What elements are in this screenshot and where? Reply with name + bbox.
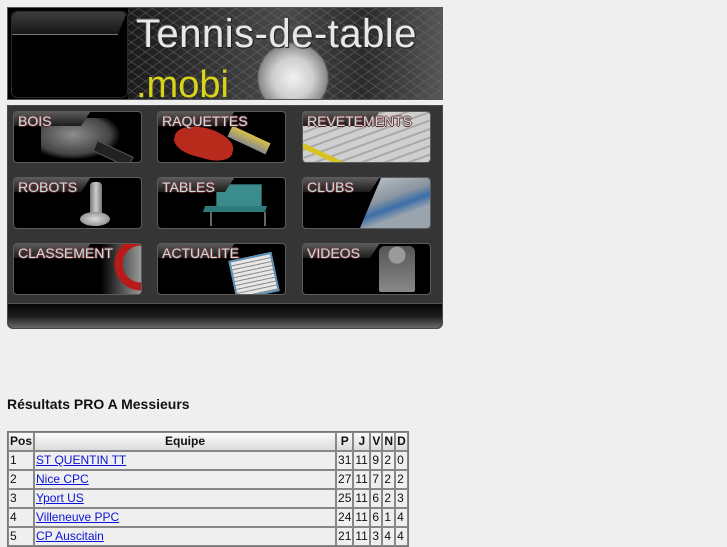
cell-team: ST QUENTIN TT [34,451,337,470]
menu-tile-label: RAQUETTES [162,113,248,129]
table-row: 1 ST QUENTIN TT 31 11 9 2 0 [8,451,408,470]
cell-losses: 3 [395,489,408,508]
cell-draws: 2 [382,470,396,489]
menu-tile-classement[interactable]: CLASSEMENT [13,243,142,295]
results-heading: Résultats PRO A Messieurs [7,396,190,412]
table-legs-icon [210,212,266,226]
menu-tile-label: VIDEOS [307,245,360,261]
category-menu: BOIS RAQUETTES REVETEMENTS ROBOTS TABLES… [7,105,443,329]
menu-tile-actualite[interactable]: ACTUALITE [157,243,286,295]
site-banner[interactable]: Tennis-de-table .mobi [7,7,443,100]
table-header-row: Pos Equipe P J V N D [8,432,408,451]
cell-played: 11 [353,527,371,546]
banner-left-panel [11,11,128,98]
table-row: 4 Villeneuve PPC 24 11 6 1 4 [8,508,408,527]
cell-points: 31 [336,451,354,470]
column-header-v: V [370,432,383,451]
cell-pos: 5 [8,527,35,546]
cell-points: 27 [336,470,354,489]
menu-tile-raquettes[interactable]: RAQUETTES [157,111,286,163]
menu-tile-label: ROBOTS [18,179,78,195]
site-suffix: .mobi [136,64,229,100]
menu-tile-clubs[interactable]: CLUBS [302,177,431,229]
robot-base-icon [80,212,110,226]
table-row: 5 CP Auscitain 21 11 3 4 4 [8,527,408,546]
cell-played: 11 [353,470,371,489]
cell-played: 11 [353,508,371,527]
table-row: 3 Yport US 25 11 6 2 3 [8,489,408,508]
menu-tile-revetements[interactable]: REVETEMENTS [302,111,431,163]
column-header-p: P [336,432,354,451]
cell-wins: 7 [370,470,383,489]
menu-tile-robots[interactable]: ROBOTS [13,177,142,229]
column-header-equipe: Equipe [34,432,337,451]
team-link[interactable]: Yport US [36,491,84,505]
standings-table: Pos Equipe P J V N D 1 ST QUENTIN TT 31 … [7,431,409,547]
racket-handle-icon [227,125,271,155]
menu-tile-label: TABLES [162,179,215,195]
cell-pos: 1 [8,451,35,470]
team-link[interactable]: Nice CPC [36,472,89,486]
film-camera-icon [379,246,415,292]
team-link[interactable]: Villeneuve PPC [36,510,119,524]
team-link[interactable]: CP Auscitain [36,529,104,543]
cell-points: 25 [336,489,354,508]
cell-wins: 6 [370,508,383,527]
column-header-n: N [382,432,396,451]
menu-tile-label: CLASSEMENT [18,245,113,261]
cell-team: Villeneuve PPC [34,508,337,527]
team-link[interactable]: ST QUENTIN TT [36,453,126,467]
cell-pos: 2 [8,470,35,489]
table-row: 2 Nice CPC 27 11 7 2 2 [8,470,408,489]
cell-team: Nice CPC [34,470,337,489]
cell-team: Yport US [34,489,337,508]
menu-tile-tables[interactable]: TABLES [157,177,286,229]
cell-pos: 3 [8,489,35,508]
cell-draws: 2 [382,451,396,470]
cell-wins: 9 [370,451,383,470]
cell-points: 24 [336,508,354,527]
column-header-j: J [353,432,371,451]
cell-played: 11 [353,451,371,470]
cell-wins: 6 [370,489,383,508]
cell-pos: 4 [8,508,35,527]
column-header-d: D [395,432,408,451]
cell-team: CP Auscitain [34,527,337,546]
column-header-pos: Pos [8,432,35,451]
menu-tile-bois[interactable]: BOIS [13,111,142,163]
menu-tile-videos[interactable]: VIDEOS [302,243,431,295]
menu-tile-label: ACTUALITE [162,245,240,261]
cell-draws: 1 [382,508,396,527]
cell-losses: 2 [395,470,408,489]
cell-wins: 3 [370,527,383,546]
menu-tile-label: BOIS [18,113,52,129]
cell-points: 21 [336,527,354,546]
cell-draws: 2 [382,489,396,508]
cell-losses: 4 [395,508,408,527]
menu-tile-label: CLUBS [307,179,354,195]
cell-draws: 4 [382,527,396,546]
cell-played: 11 [353,489,371,508]
menu-tile-label: REVETEMENTS [307,113,413,129]
cell-losses: 4 [395,527,408,546]
site-title: Tennis-de-table [136,12,417,56]
menu-footer-bar [8,303,442,328]
cell-losses: 0 [395,451,408,470]
